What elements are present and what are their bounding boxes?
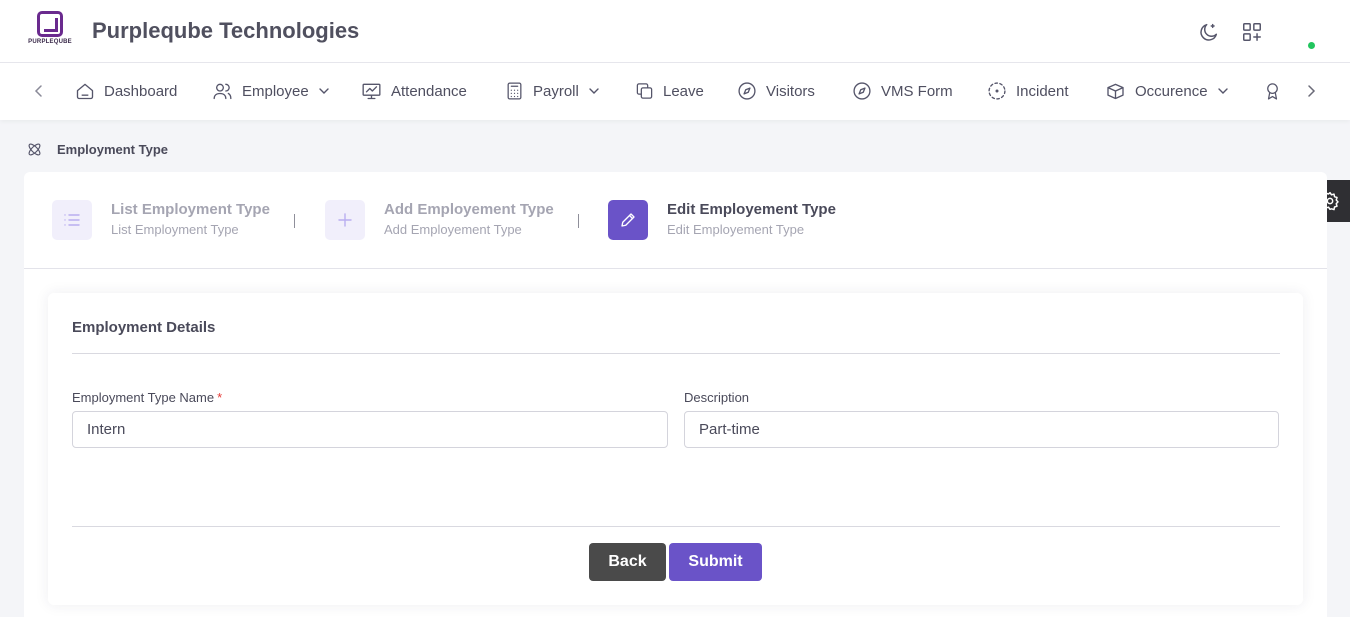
step-subtitle: List Employment Type (111, 222, 239, 237)
submit-button[interactable]: Submit (669, 543, 762, 581)
nav-item-occurence[interactable]: Occurence (1105, 79, 1229, 103)
logo-text: PURPLEQUBE (28, 39, 72, 45)
breadcrumb-label: Employment Type (57, 142, 169, 157)
step-add-employement-type[interactable]: Add Employement Type Add Employement Typ… (325, 200, 554, 240)
users-icon (213, 83, 232, 100)
steps-bar: List Employment Type List Employment Typ… (24, 172, 1327, 269)
nav-scroll-left-icon[interactable] (29, 81, 49, 101)
step-separator (294, 214, 295, 228)
nav-item-dashboard[interactable]: Dashboard (75, 79, 177, 103)
nav-item-visitors[interactable]: Visitors (737, 79, 815, 103)
step-subtitle: Edit Employement Type (667, 222, 805, 237)
boxes-icon (1107, 83, 1124, 100)
step-title: Add Employement Type (384, 201, 554, 218)
description-input[interactable] (684, 411, 1279, 448)
compass-icon (738, 82, 756, 100)
list-icon (64, 214, 80, 226)
top-header: PURPLEQUBE Purpleqube Technologies (0, 0, 1350, 63)
step-separator (578, 214, 579, 228)
nav-label: Dashboard (104, 82, 178, 100)
chevron-down-icon (1217, 88, 1228, 94)
step-subtitle: Add Employement Type (384, 222, 522, 237)
apps-add-icon[interactable] (1240, 20, 1264, 44)
company-logo[interactable]: PURPLEQUBE (28, 11, 72, 51)
nav-item-vms-form[interactable]: VMS Form (852, 79, 953, 103)
chevron-down-icon (319, 88, 329, 94)
breadcrumb: Employment Type (26, 141, 168, 158)
nav-scroll-right-icon[interactable] (1301, 81, 1321, 101)
employment-details-panel: Employment Details Employment Type Name *… (48, 293, 1303, 605)
monitor-chart-icon (362, 83, 381, 100)
label-text: Employment Type Name (72, 390, 215, 405)
nav-label: Employee (242, 82, 309, 100)
online-status-dot (1308, 42, 1315, 49)
description-label: Description (684, 390, 750, 405)
pencil-icon (621, 213, 635, 227)
panel-title: Employment Details (72, 319, 216, 336)
focus-icon (988, 82, 1006, 100)
employment-type-name-input[interactable] (72, 411, 668, 448)
step-title: List Employment Type (111, 201, 270, 218)
nav-label: Leave (663, 82, 704, 100)
step-icon-box (52, 200, 92, 240)
main-card: List Employment Type List Employment Typ… (24, 172, 1327, 617)
nav-label: Attendance (391, 82, 467, 100)
nav-label: Incident (1016, 82, 1069, 100)
nav-item-awards[interactable] (1263, 79, 1282, 103)
step-icon-box (608, 200, 648, 240)
step-list-employment-type[interactable]: List Employment Type List Employment Typ… (52, 200, 270, 240)
logo-mark (37, 11, 63, 37)
step-title: Edit Employement Type (667, 201, 836, 218)
employment-type-name-label: Employment Type Name * (72, 390, 222, 405)
nav-item-payroll[interactable]: Payroll (505, 79, 600, 103)
home-icon (76, 83, 94, 100)
compass-icon (853, 82, 871, 100)
divider (72, 526, 1280, 527)
calculator-icon (507, 82, 522, 100)
plus-icon (338, 213, 352, 227)
nav-label: Occurence (1135, 82, 1208, 100)
nav-label: Payroll (533, 82, 579, 100)
nav-item-incident[interactable]: Incident (987, 79, 1069, 103)
back-button[interactable]: Back (589, 543, 666, 581)
main-nav: Dashboard Employee Attendance Payroll Le… (0, 63, 1350, 120)
nav-item-employee[interactable]: Employee (212, 79, 330, 103)
chevron-down-icon (589, 88, 599, 94)
nav-item-attendance[interactable]: Attendance (361, 79, 467, 103)
required-mark: * (217, 390, 223, 405)
step-icon-box (325, 200, 365, 240)
step-edit-employement-type[interactable]: Edit Employement Type Edit Employement T… (608, 200, 836, 240)
nav-label: Visitors (766, 82, 815, 100)
divider (72, 353, 1280, 354)
company-name: Purpleqube Technologies (92, 18, 360, 43)
atom-icon (28, 143, 41, 156)
copy-icon (636, 83, 653, 99)
moon-icon[interactable] (1197, 20, 1221, 44)
nav-label: VMS Form (881, 82, 953, 100)
award-icon (1267, 83, 1278, 100)
nav-item-leave[interactable]: Leave (635, 79, 704, 103)
